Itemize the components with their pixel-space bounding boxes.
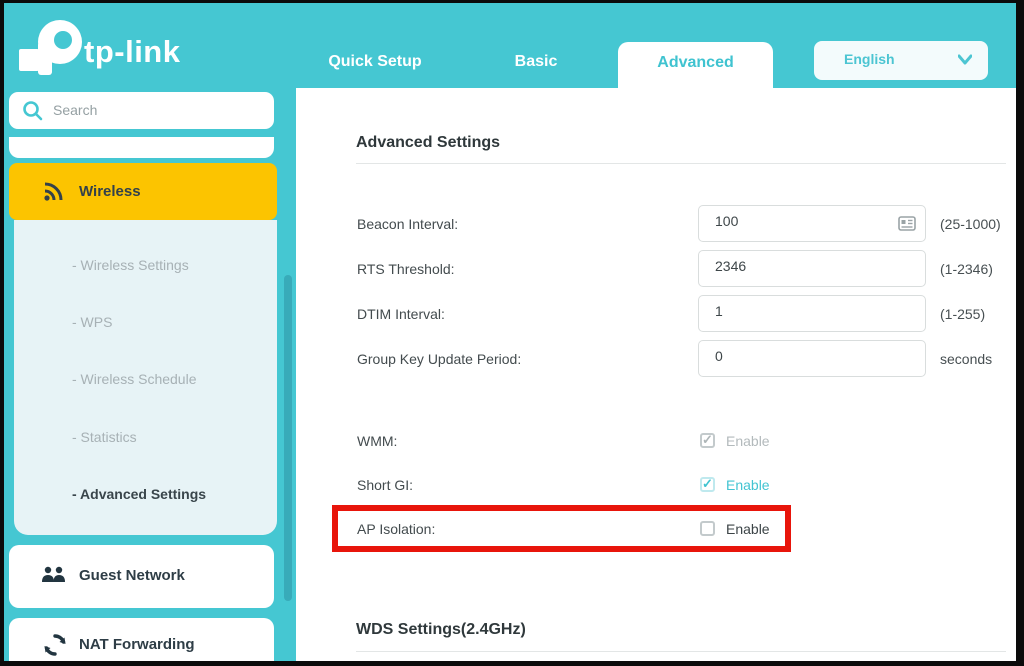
ap-isolation-enable-label: Enable — [726, 521, 770, 537]
search-input[interactable] — [53, 98, 258, 122]
input-card-icon[interactable] — [898, 216, 916, 231]
sidebar-item-guest-network-label: Guest Network — [79, 567, 185, 584]
field-hint-rts-threshold: (1-2346) — [940, 261, 993, 277]
short-gi-enable-checkbox[interactable] — [700, 477, 715, 492]
sidebar-item-wireless[interactable]: Wireless — [9, 163, 277, 220]
sidebar-item-guest-network[interactable]: Guest Network — [9, 545, 274, 608]
sidebar-item-wps[interactable]: - WPS — [72, 314, 112, 330]
chevron-down-icon — [958, 54, 972, 66]
sidebar-item-wireless-settings[interactable]: - Wireless Settings — [72, 257, 189, 273]
dtim-interval-input[interactable] — [715, 303, 885, 319]
sidebar-menu-strip — [9, 137, 274, 158]
wmm-enable-checkbox[interactable] — [700, 433, 715, 448]
tab-advanced[interactable]: Advanced — [618, 42, 773, 89]
field-label-rts-threshold: RTS Threshold: — [357, 261, 455, 277]
toggle-label-wmm: WMM: — [357, 433, 397, 449]
rts-threshold-field — [698, 250, 926, 287]
sidebar-item-wireless-label: Wireless — [79, 183, 141, 200]
sidebar-item-nat-forwarding[interactable]: NAT Forwarding — [9, 618, 274, 661]
rts-threshold-input[interactable] — [715, 258, 885, 274]
sidebar-scrollbar-thumb[interactable] — [284, 275, 292, 601]
router-admin-app: tp-link Quick Setup Basic Advanced Engli… — [4, 3, 1016, 661]
main-content: Advanced Settings Beacon Interval: (25-1… — [296, 88, 1016, 661]
toggle-label-short-gi: Short GI: — [357, 477, 413, 493]
dtim-interval-field — [698, 295, 926, 332]
sidebar-item-statistics[interactable]: - Statistics — [72, 429, 137, 445]
section-divider — [356, 163, 1006, 164]
section-divider-wds — [356, 651, 1006, 652]
group-key-update-period-field — [698, 340, 926, 377]
tab-quick-setup[interactable]: Quick Setup — [315, 53, 435, 71]
section-title-advanced-settings: Advanced Settings — [356, 134, 500, 152]
wireless-submenu: - Wireless Settings - WPS - Wireless Sch… — [14, 220, 277, 535]
field-hint-group-key-update-period: seconds — [940, 351, 992, 367]
field-label-group-key-update-period: Group Key Update Period: — [357, 351, 521, 367]
tab-basic[interactable]: Basic — [476, 53, 596, 71]
short-gi-enable-label: Enable — [726, 477, 770, 493]
field-hint-beacon-interval: (25-1000) — [940, 216, 1001, 232]
svg-text:tp-link: tp-link — [84, 34, 181, 69]
screenshot-frame: tp-link Quick Setup Basic Advanced Engli… — [0, 0, 1024, 666]
field-hint-dtim-interval: (1-255) — [940, 306, 985, 322]
beacon-interval-input[interactable] — [715, 213, 885, 229]
wmm-enable-label: Enable — [726, 433, 770, 449]
ap-isolation-enable-checkbox[interactable] — [700, 521, 715, 536]
group-key-update-period-input[interactable] — [715, 348, 885, 364]
circular-arrows-icon — [43, 633, 67, 657]
tp-link-logo-icon: tp-link — [12, 9, 192, 81]
sidebar-item-wireless-schedule[interactable]: - Wireless Schedule — [72, 371, 197, 387]
field-label-dtim-interval: DTIM Interval: — [357, 306, 445, 322]
section-title-wds-settings: WDS Settings(2.4GHz) — [356, 621, 526, 639]
beacon-interval-field — [698, 205, 926, 242]
field-label-beacon-interval: Beacon Interval: — [357, 216, 458, 232]
sidebar-item-advanced-settings[interactable]: - Advanced Settings — [72, 486, 206, 502]
guest-users-icon — [41, 566, 67, 586]
tp-link-logo: tp-link — [12, 9, 192, 86]
sidebar-item-nat-forwarding-label: NAT Forwarding — [79, 636, 195, 653]
language-selected-value: English — [844, 51, 895, 67]
sidebar-search — [9, 92, 274, 129]
toggle-label-ap-isolation: AP Isolation: — [357, 521, 435, 537]
search-icon — [22, 100, 44, 122]
language-dropdown[interactable]: English — [814, 41, 988, 80]
tab-advanced-label: Advanced — [657, 54, 733, 72]
wireless-broadcast-icon — [43, 182, 65, 202]
